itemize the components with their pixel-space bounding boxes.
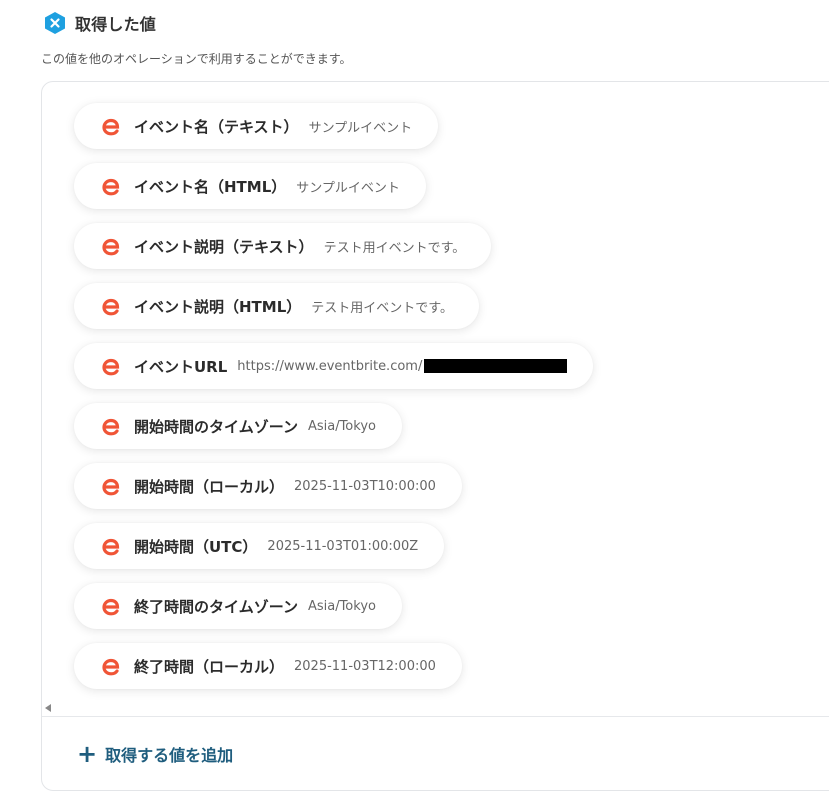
value-item-start-timezone[interactable]: 開始時間のタイムゾーン Asia/Tokyo — [74, 403, 402, 449]
value-item-end-local[interactable]: 終了時間（ローカル） 2025-11-03T12:00:00 — [74, 643, 462, 689]
crossed-hexagon-icon — [45, 12, 65, 34]
value-item-start-local[interactable]: 開始時間（ローカル） 2025-11-03T10:00:00 — [74, 463, 462, 509]
value-item-end-timezone[interactable]: 終了時間のタイムゾーン Asia/Tokyo — [74, 583, 402, 629]
redaction-block — [424, 359, 568, 373]
add-value-label: 取得する値を追加 — [105, 746, 234, 765]
eventbrite-icon — [102, 418, 120, 436]
value-label: イベントURL — [134, 357, 228, 376]
add-value-button[interactable]: + 取得する値を追加 — [77, 742, 233, 766]
value-label: イベント名（HTML） — [134, 177, 287, 196]
section-description: この値を他のオペレーションで利用することができます。 — [41, 52, 352, 66]
divider — [42, 716, 829, 717]
value-sample: https://www.eventbrite.com/ — [237, 358, 423, 374]
value-label: イベント説明（テキスト） — [134, 237, 314, 256]
eventbrite-icon — [102, 478, 120, 496]
section-header: 取得した値 — [43, 10, 156, 36]
value-item-start-utc[interactable]: 開始時間（UTC） 2025-11-03T01:00:00Z — [74, 523, 445, 569]
values-list: イベント名（テキスト） サンプルイベント イベント名（HTML） サンプルイベン… — [42, 82, 829, 712]
value-sample: テスト用イベントです。 — [311, 300, 453, 316]
values-panel: イベント名（テキスト） サンプルイベント イベント名（HTML） サンプルイベン… — [41, 81, 829, 791]
value-sample: サンプルイベント — [296, 180, 400, 196]
value-item-event-description-html[interactable]: イベント説明（HTML） テスト用イベントです。 — [74, 283, 479, 329]
section-title: 取得した値 — [75, 15, 157, 34]
value-label: 開始時間（UTC） — [134, 537, 258, 556]
value-item-event-url[interactable]: イベントURL https://www.eventbrite.com/ — [74, 343, 594, 389]
eventbrite-icon — [102, 238, 120, 256]
value-item-event-name-text[interactable]: イベント名（テキスト） サンプルイベント — [74, 103, 439, 149]
eventbrite-icon — [102, 658, 120, 676]
value-label: イベント説明（HTML） — [134, 297, 302, 316]
value-item-event-description-text[interactable]: イベント説明（テキスト） テスト用イベントです。 — [74, 223, 492, 269]
eventbrite-icon — [102, 178, 120, 196]
plus-icon: + — [77, 740, 98, 768]
value-label: 開始時間（ローカル） — [134, 477, 285, 496]
value-sample: 2025-11-03T01:00:00Z — [267, 538, 419, 554]
value-label: 終了時間のタイムゾーン — [134, 597, 298, 616]
value-sample: 2025-11-03T12:00:00 — [294, 658, 436, 674]
value-sample: サンプルイベント — [308, 120, 413, 136]
value-label: 開始時間のタイムゾーン — [134, 417, 298, 436]
value-label: 終了時間（ローカル） — [134, 657, 285, 676]
scroll-left-arrow-icon[interactable] — [45, 704, 51, 712]
eventbrite-icon — [102, 358, 120, 376]
eventbrite-icon — [102, 598, 120, 616]
eventbrite-icon — [102, 538, 120, 556]
value-sample: Asia/Tokyo — [307, 598, 376, 614]
value-sample: Asia/Tokyo — [307, 418, 376, 434]
value-sample: 2025-11-03T10:00:00 — [294, 478, 436, 494]
value-label: イベント名（テキスト） — [134, 117, 299, 136]
value-item-event-name-html[interactable]: イベント名（HTML） サンプルイベント — [74, 163, 426, 209]
value-sample: テスト用イベントです。 — [323, 240, 466, 256]
eventbrite-icon — [102, 118, 120, 136]
eventbrite-icon — [102, 298, 120, 316]
